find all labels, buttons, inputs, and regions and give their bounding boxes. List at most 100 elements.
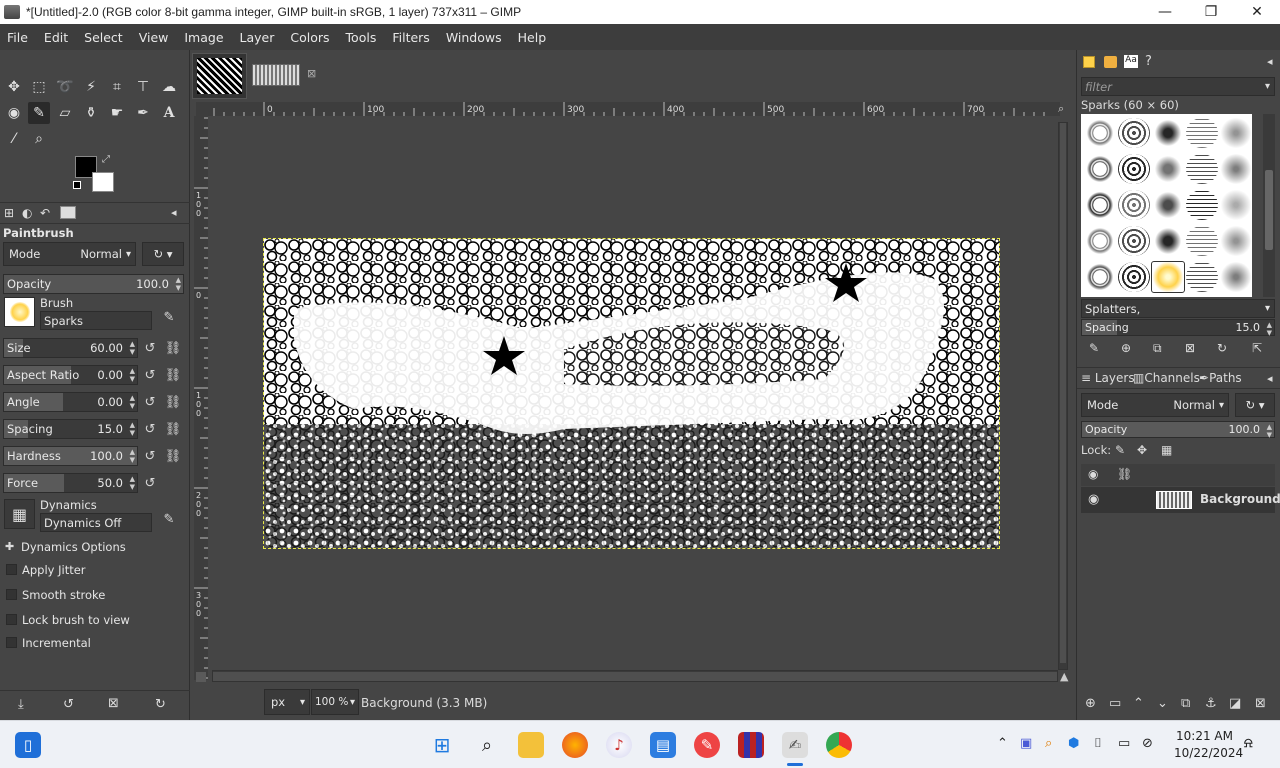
spin-icon[interactable]: ▲ ▼ — [176, 276, 181, 292]
brush-cell[interactable] — [1186, 190, 1218, 220]
force-slider[interactable]: Force 50.0 ▲ ▼ — [3, 473, 138, 493]
brush-cell[interactable] — [1084, 190, 1116, 220]
lock-position-icon[interactable]: ✥ — [1137, 443, 1147, 457]
image-tab-1[interactable] — [192, 53, 247, 99]
channels-tab[interactable]: ▥Channels — [1133, 371, 1200, 385]
bucket-fill-tool-icon[interactable]: ◉ — [3, 102, 25, 124]
duplicate-layer-icon[interactable]: ⧉ — [1181, 696, 1190, 711]
fuzzy-select-tool-icon[interactable]: ⚡ — [80, 76, 102, 98]
search-icon[interactable]: ⌕ — [474, 732, 500, 758]
ruler-corner[interactable] — [196, 102, 208, 116]
new-brush-icon[interactable]: ⊕ — [1121, 341, 1131, 355]
file-explorer-icon[interactable] — [518, 732, 544, 758]
firefox-icon[interactable] — [562, 732, 588, 758]
edit-brush-icon[interactable]: ✎ — [1089, 341, 1099, 355]
spin-icon[interactable]: ▲ ▼ — [130, 367, 135, 383]
mode-combo[interactable]: Mode Normal ▾ — [3, 242, 136, 266]
restore-options-icon[interactable]: ↺ — [63, 697, 74, 712]
paths-tab[interactable]: ✒Paths — [1199, 371, 1242, 385]
zoom-to-fit-icon[interactable]: ⌕ — [1058, 102, 1064, 116]
quick-mask-icon[interactable] — [196, 672, 206, 682]
delete-brush-icon[interactable]: ⊠ — [1185, 341, 1195, 355]
color-picker-tool-icon[interactable]: ⁄ — [3, 128, 25, 150]
clock-time[interactable]: 10:21 AM — [1176, 729, 1233, 743]
dock-menu-icon[interactable]: ◂ — [1267, 372, 1273, 385]
anchor-layer-icon[interactable]: ⚓ — [1205, 696, 1217, 711]
menu-help[interactable]: Help — [510, 30, 555, 45]
dynamics-name-field[interactable]: Dynamics Off — [40, 513, 152, 532]
default-colors-icon[interactable] — [73, 181, 81, 189]
brush-grid[interactable] — [1081, 114, 1252, 297]
undo-history-tab-icon[interactable]: ↶ — [40, 206, 50, 220]
dynamics-options-expander[interactable]: Dynamics Options — [21, 540, 126, 554]
open-brush-icon[interactable]: ⇱ — [1252, 341, 1262, 355]
lock-pixels-icon[interactable]: ✎ — [1115, 443, 1125, 457]
images-tab-icon[interactable] — [60, 206, 76, 219]
layer-mode-combo[interactable]: Mode Normal ▾ — [1081, 393, 1229, 417]
link-hardness-icon[interactable]: ⛓ — [164, 447, 182, 465]
brush-cell[interactable] — [1220, 118, 1252, 148]
fonts-tab-icon[interactable]: Aa — [1124, 55, 1138, 68]
chevron-up-icon[interactable]: ⌃ — [997, 736, 1008, 751]
close-button[interactable]: ✕ — [1234, 0, 1280, 24]
save-options-icon[interactable]: ⤓ — [18, 697, 24, 712]
brush-cell[interactable] — [1084, 226, 1116, 256]
brushes-tab-icon[interactable] — [1083, 56, 1095, 68]
chrome-icon[interactable] — [826, 732, 852, 758]
brush-cell[interactable] — [1152, 154, 1184, 184]
swap-colors-icon[interactable]: ⤢ — [102, 154, 110, 165]
reset-size-icon[interactable]: ↺ — [141, 339, 159, 357]
menu-edit[interactable]: Edit — [36, 30, 76, 45]
navigate-icon[interactable]: ▲ — [1060, 670, 1068, 683]
duplicate-brush-icon[interactable]: ⧉ — [1153, 341, 1162, 356]
warp-tool-icon[interactable]: ☁ — [158, 76, 180, 98]
gimp-taskbar-icon[interactable]: ✍ — [782, 732, 808, 758]
brush-filter-input[interactable]: filter ▾ — [1081, 77, 1275, 96]
brush-cell[interactable] — [1084, 154, 1116, 184]
reset-hardness-icon[interactable]: ↺ — [141, 447, 159, 465]
brush-cell[interactable] — [1152, 226, 1184, 256]
notifications-icon[interactable]: ⍾ — [1244, 736, 1253, 751]
eye-icon[interactable]: ◉ — [1088, 492, 1099, 507]
brush-cell[interactable] — [1220, 262, 1252, 292]
apply-jitter-checkbox[interactable] — [6, 564, 17, 575]
aspect-ratio-slider[interactable]: Aspect Ratio 0.00 ▲ ▼ — [3, 365, 138, 385]
unit-combo[interactable]: px ▾ — [264, 689, 310, 715]
document-history-tab-icon[interactable]: ? — [1145, 54, 1152, 69]
expander-plus-icon[interactable]: ✚ — [5, 540, 14, 553]
brush-cell[interactable] — [1220, 154, 1252, 184]
layer-opacity-slider[interactable]: Opacity 100.0 ▲ ▼ — [1081, 421, 1275, 439]
minimize-button[interactable]: — — [1142, 0, 1188, 24]
new-layer-icon[interactable]: ⊕ — [1085, 696, 1096, 711]
edit-dynamics-icon[interactable]: ✎ — [160, 510, 178, 528]
dock-menu-icon[interactable]: ◂ — [1267, 55, 1273, 68]
brush-grid-scrollbar[interactable] — [1263, 114, 1275, 297]
brush-cell[interactable] — [1118, 118, 1150, 148]
reset-spacing-icon[interactable]: ↺ — [141, 420, 159, 438]
text-tool-icon[interactable]: A — [158, 102, 180, 124]
image-tab-2[interactable] — [252, 64, 300, 86]
layer-row-background[interactable]: ◉ Background — [1081, 487, 1280, 513]
zoom-tool-icon[interactable]: ⌕ — [28, 128, 50, 150]
spin-icon[interactable]: ▲ ▼ — [130, 394, 135, 410]
selected-brush-cell[interactable] — [1151, 261, 1185, 293]
menu-view[interactable]: View — [131, 30, 177, 45]
brush-cell[interactable] — [1118, 154, 1150, 184]
patterns-tab-icon[interactable] — [1104, 56, 1117, 68]
store-icon[interactable]: ▤ — [650, 732, 676, 758]
menu-image[interactable]: Image — [176, 30, 231, 45]
menu-select[interactable]: Select — [76, 30, 131, 45]
paths-tool-icon[interactable]: ✒ — [132, 102, 154, 124]
angle-slider[interactable]: Angle 0.00 ▲ ▼ — [3, 392, 138, 412]
brush-cell[interactable] — [1220, 190, 1252, 220]
menu-colors[interactable]: Colors — [282, 30, 337, 45]
dock-menu-icon[interactable]: ◂ — [171, 206, 177, 219]
reset-force-icon[interactable]: ↺ — [141, 474, 159, 492]
network-icon[interactable]: ▭ — [1118, 736, 1130, 751]
brush-cell[interactable] — [1118, 262, 1150, 292]
brush-preview-button[interactable] — [4, 297, 35, 327]
incremental-checkbox[interactable] — [6, 637, 17, 648]
move-tool-icon[interactable]: ✥ — [3, 76, 25, 98]
clock-date[interactable]: 10/22/2024 — [1174, 746, 1243, 760]
reset-angle-icon[interactable]: ↺ — [141, 393, 159, 411]
